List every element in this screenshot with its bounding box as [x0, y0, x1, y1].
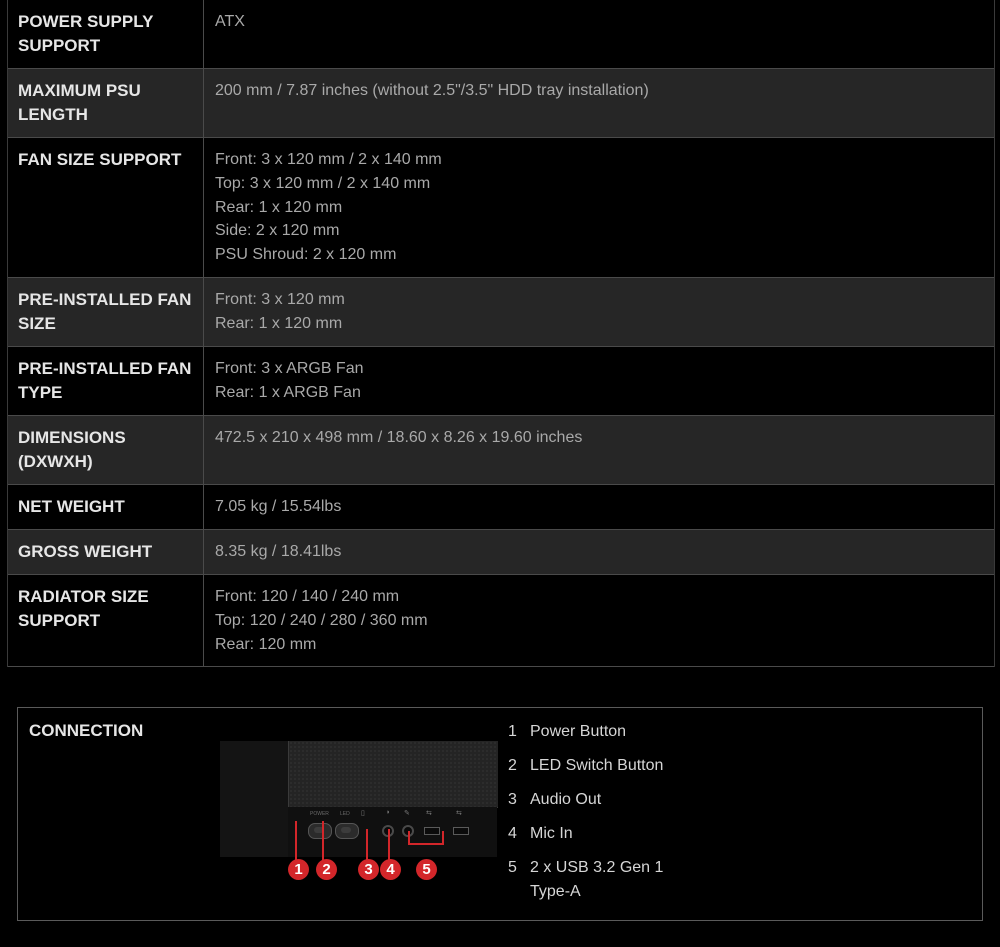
spec-value-line: Front: 120 / 140 / 240 mm — [215, 587, 400, 605]
headphone-icon: ◗ — [386, 809, 391, 816]
usb-port — [453, 827, 469, 835]
led-indicator-icon: ▯ — [361, 810, 365, 817]
spec-row: PRE-INSTALLED FAN SIZE Front: 3 x 120 mm R… — [8, 277, 994, 347]
spec-row: POWER SUPPLY SUPPORT ATX — [8, 0, 994, 69]
spec-value-line: Rear: 1 x 120 mm — [215, 198, 343, 216]
connection-item-label: 2 x USB 3.2 Gen 1 Type-A — [530, 859, 664, 900]
spec-row: DIMENSIONS (DXWXH) 472.5 x 210 x 498 mm /… — [8, 415, 994, 485]
spec-value-line: 200 mm / 7.87 inches (without 2.5"/3.5" … — [215, 82, 649, 99]
connection-item-label: Power Button — [530, 723, 627, 740]
callout-1: 1 — [288, 859, 309, 880]
spec-value-line: Top: 3 x 120 mm / 2 x 140 mm — [215, 174, 431, 192]
connection-item-number: 3 — [508, 791, 517, 808]
callout-line-3 — [366, 829, 368, 861]
spec-row: RADIATOR SIZE SUPPORT Front: 120 / 140 / … — [8, 574, 994, 668]
spec-label: GROSS WEIGHT — [8, 529, 204, 574]
spec-value-line: Front: 3 x 120 mm — [215, 290, 345, 308]
spec-value: ATX — [204, 0, 994, 68]
spec-value-line: Rear: 1 x 120 mm — [215, 314, 343, 332]
usb-icon: ⇆ — [426, 810, 432, 817]
case-front-io-image: POWER LED ▯ ◗ ✎ ⇆ ⇆ — [220, 741, 498, 861]
callout-5: 5 — [416, 859, 437, 880]
spec-value: Front: 3 x 120 mm / 2 x 140 mm Top: 3 x 1… — [204, 138, 994, 277]
callout-line-2 — [322, 821, 324, 861]
spec-value: 8.35 kg / 18.41lbs — [204, 530, 994, 574]
connection-item-label: Mic In — [530, 825, 573, 842]
connection-section: CONNECTION POWER LED ▯ ◗ ✎ ⇆ ⇆ 1 2 3 4 5… — [17, 707, 983, 921]
spec-value-line: Rear: 120 mm — [215, 635, 317, 653]
spec-value-line: Front: 3 x 120 mm / 2 x 140 mm — [215, 151, 442, 168]
spec-label: PRE-INSTALLED FAN TYPE — [8, 346, 204, 415]
spec-row: FAN SIZE SUPPORT Front: 3 x 120 mm / 2 x … — [8, 138, 994, 278]
front-mesh-panel — [288, 741, 498, 808]
spec-value-line: PSU Shroud: 2 x 120 mm — [215, 246, 397, 264]
spec-value: 472.5 x 210 x 498 mm / 18.60 x 8.26 x 19… — [204, 416, 994, 484]
spec-label: NET WEIGHT — [8, 484, 204, 529]
connection-item: 2 LED Switch Button — [508, 754, 680, 778]
spec-label: FAN SIZE SUPPORT — [8, 138, 204, 277]
specifications-table: POWER SUPPLY SUPPORT ATX MAXIMUM PSU LENGT… — [7, 0, 995, 668]
spec-label: RADIATOR SIZE SUPPORT — [8, 574, 204, 667]
usb-icon: ⇆ — [456, 810, 462, 817]
connection-item-number: 5 — [508, 859, 517, 876]
led-label: LED — [340, 811, 350, 817]
callout-line-1 — [295, 821, 297, 861]
connection-item: 1 Power Button — [508, 720, 680, 744]
callout-line-4 — [388, 829, 390, 861]
spec-value-line: Top: 120 / 240 / 280 / 360 mm — [215, 611, 428, 629]
spec-label: POWER SUPPLY SUPPORT — [8, 0, 204, 68]
spec-row: MAXIMUM PSU LENGTH 200 mm / 7.87 inches (… — [8, 69, 994, 138]
spec-value-line: Side: 2 x 120 mm — [215, 222, 340, 240]
power-label: POWER — [310, 811, 329, 817]
power-button — [308, 823, 332, 839]
spec-row: GROSS WEIGHT 8.35 kg / 18.41lbs — [8, 529, 994, 575]
spec-value-line: 7.05 kg / 15.54lbs — [215, 497, 342, 515]
connection-item: 5 2 x USB 3.2 Gen 1 Type-A — [508, 856, 680, 904]
spec-value-line: 472.5 x 210 x 498 mm / 18.60 x 8.26 x 19… — [215, 428, 583, 446]
connection-title: CONNECTION — [29, 721, 144, 740]
connection-item-number: 4 — [508, 825, 517, 842]
spec-row: NET WEIGHT 7.05 kg / 15.54lbs — [8, 484, 994, 530]
callout-3: 3 — [358, 859, 379, 880]
callout-4: 4 — [380, 859, 401, 880]
microphone-icon: ✎ — [404, 810, 410, 817]
connection-item-number: 1 — [508, 723, 517, 740]
spec-row: PRE-INSTALLED FAN TYPE Front: 3 x ARGB Fa… — [8, 346, 994, 416]
connection-item: 3 Audio Out — [508, 788, 680, 812]
connection-item: 4 Mic In — [508, 822, 680, 846]
spec-value-line: Front: 3 x ARGB Fan — [215, 359, 364, 377]
spec-value: 7.05 kg / 15.54lbs — [204, 485, 994, 529]
spec-value-line: Rear: 1 x ARGB Fan — [215, 383, 361, 401]
spec-value-line: ATX — [215, 13, 245, 30]
spec-value-line: 8.35 kg / 18.41lbs — [215, 542, 342, 560]
connection-list: 1 Power Button 2 LED Switch Button 3 Audio Ou… — [508, 720, 680, 914]
connection-item-number: 2 — [508, 757, 517, 774]
connection-item-label: LED Switch Button — [530, 757, 664, 774]
spec-label: PRE-INSTALLED FAN SIZE — [8, 277, 204, 346]
spec-value: Front: 3 x ARGB Fan Rear: 1 x ARGB Fan — [204, 347, 994, 415]
callout-2: 2 — [316, 859, 337, 880]
spec-value: Front: 3 x 120 mm Rear: 1 x 120 mm — [204, 278, 994, 346]
spec-label: MAXIMUM PSU LENGTH — [8, 69, 204, 137]
io-panel: POWER LED ▯ ◗ ✎ ⇆ ⇆ — [288, 807, 497, 857]
led-switch-button — [335, 823, 359, 839]
callout-bracket-5 — [408, 831, 444, 845]
spec-value: Front: 120 / 140 / 240 mm Top: 120 / 240 … — [204, 575, 994, 666]
spec-label: DIMENSIONS (DXWXH) — [8, 415, 204, 484]
spec-value: 200 mm / 7.87 inches (without 2.5"/3.5" … — [204, 69, 994, 137]
connection-item-label: Audio Out — [530, 791, 602, 808]
